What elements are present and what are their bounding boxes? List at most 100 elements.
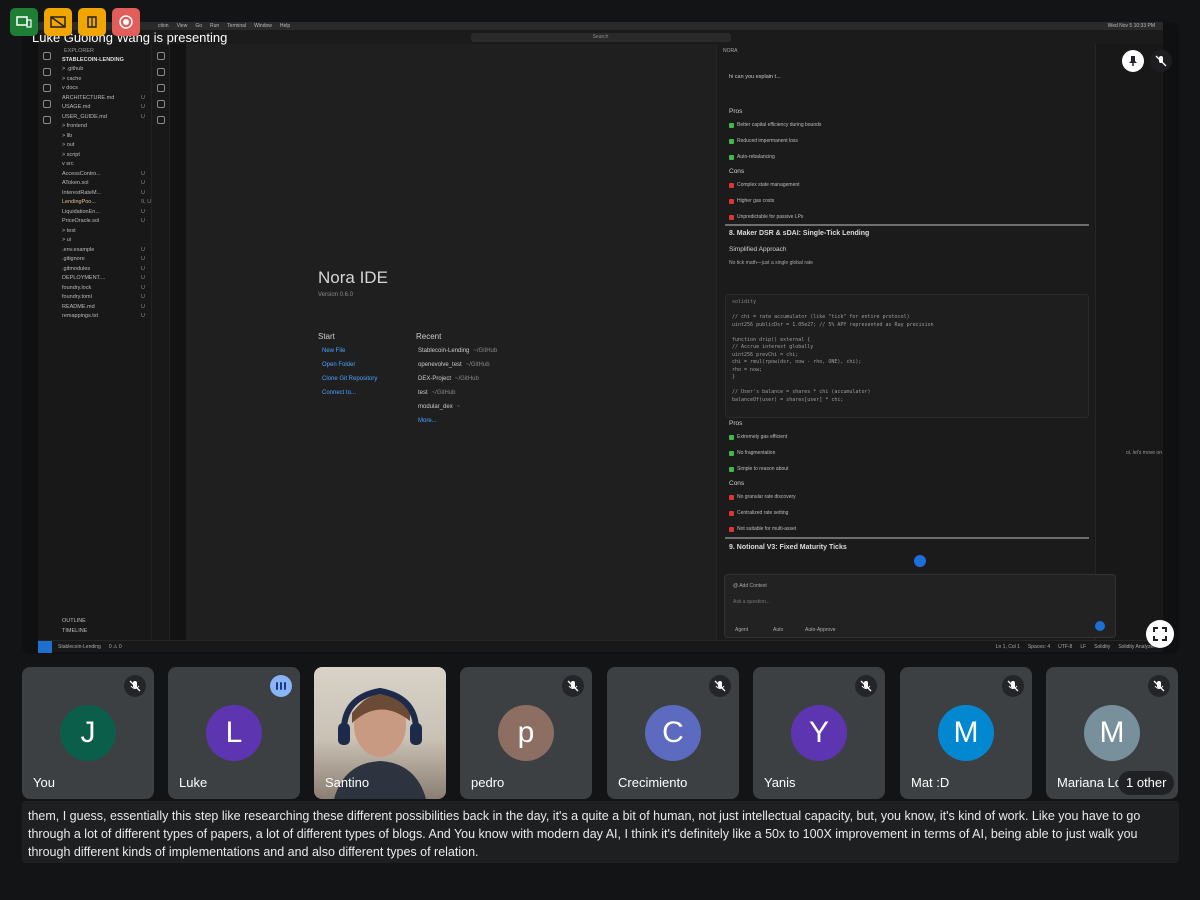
- building-icon[interactable]: [78, 8, 106, 36]
- welcome-title: Nora IDE: [318, 268, 388, 287]
- activity-bar: [38, 44, 56, 640]
- participant-tile[interactable]: C Crecimiento: [607, 667, 739, 799]
- secondary-activity-bar: [152, 44, 170, 640]
- tree-item: .gitignore U: [62, 256, 145, 262]
- tree-item: README.md U: [62, 303, 145, 310]
- participant-tile[interactable]: M Mat :D: [900, 667, 1032, 799]
- avatar: J: [60, 705, 116, 761]
- subheading: Simplified Approach: [729, 246, 787, 253]
- explorer-header: EXPLORER: [64, 48, 94, 54]
- more-link: More...: [418, 418, 437, 424]
- indentation: Spaces: 4: [1027, 643, 1051, 650]
- tree-item: > test: [62, 227, 76, 234]
- record-icon[interactable]: [112, 8, 140, 36]
- outline-section: OUTLINE: [62, 618, 86, 624]
- code-line: }: [732, 374, 736, 380]
- run-debug-icon: [43, 100, 51, 108]
- code-language: solidity: [732, 299, 757, 305]
- participant-tile[interactable]: J You: [22, 667, 154, 799]
- tree-item: USER_GUIDE.md U: [62, 113, 145, 120]
- tree-item: USAGE.md U: [62, 104, 145, 110]
- menu-item: Window: [254, 23, 272, 29]
- tree-item: DEPLOYMENT.... U: [62, 275, 145, 281]
- pin-icon[interactable]: [1122, 50, 1144, 72]
- status-bar: Stablecoin-Lending 0 ⚠ 0 Ln 1, Col 1 Spa…: [38, 640, 1163, 653]
- presentation-stage: ction View Go Run Terminal Window Help W…: [22, 22, 1179, 654]
- file-tree: > .github > cache v docs ARCHITECTURE.md U …: [56, 65, 151, 322]
- encoding: UTF-8: [1058, 643, 1073, 650]
- code-line: chi = rmul(rpow(dsr, now - rho, ONE), ch…: [732, 359, 862, 365]
- avatar: Y: [791, 705, 847, 761]
- layout-icon[interactable]: [44, 8, 72, 36]
- participant-name: Santino: [325, 775, 370, 790]
- subheading-text: No tick math—just a single global rate: [729, 260, 813, 266]
- files-icon: [43, 52, 51, 60]
- collapsed-panel: [170, 44, 186, 640]
- chat-column: NORA hi can you explain t... Pros Better…: [716, 44, 1096, 640]
- side-note: ol, let's move on: [1126, 450, 1162, 456]
- user-question: hi can you explain t...: [729, 74, 781, 80]
- devices-icon[interactable]: [10, 8, 38, 36]
- tree-item: > ui: [62, 237, 72, 243]
- menu-item: View: [176, 23, 188, 29]
- participant-tile[interactable]: L Luke: [168, 667, 300, 799]
- tree-item: InterestRateM... U: [62, 189, 145, 196]
- code-block: solidity // chi = rate accumulator (like…: [725, 294, 1089, 418]
- command-search: Search: [470, 32, 731, 42]
- menu-item: ction: [158, 23, 169, 29]
- code-line: // chi = rate accumulator (like "tick" f…: [732, 314, 910, 320]
- mode-auto: Auto: [773, 627, 784, 633]
- code-line: uint256 prevChi = chi;: [732, 351, 799, 358]
- welcome-version: Version 0.6.0: [318, 292, 354, 298]
- participant-tile[interactable]: p pedro: [460, 667, 592, 799]
- new-file-link: New File: [322, 348, 346, 354]
- pro-item: Extremely gas efficient: [729, 434, 787, 440]
- nora-chat-panel: NORA hi can you explain t... Pros Better…: [716, 44, 1163, 640]
- section-heading: 9. Notional V3: Fixed Maturity Ticks: [729, 544, 847, 551]
- code-line: balanceOf(user) = shares[user] * chi;: [732, 396, 844, 403]
- con-item: No granular rate discovery: [729, 494, 796, 500]
- branch-name: Stablecoin-Lending: [58, 643, 101, 650]
- code-line: uint256 publicDsr = 1.05e27; // 5% APY r…: [732, 321, 934, 328]
- participant-name: Mat :D: [911, 775, 950, 790]
- timeline-section: TIMELINE: [62, 627, 88, 634]
- tree-item: > script: [62, 151, 80, 158]
- send-icon: [1095, 621, 1105, 631]
- con-item: Centralized rate setting: [729, 510, 788, 516]
- tree-item: > cache: [62, 75, 82, 82]
- tree-item: AccessContro... U: [62, 170, 145, 177]
- other-participants-badge[interactable]: 1 other: [1118, 771, 1175, 795]
- tree-item: > out: [62, 142, 75, 148]
- tree-item: > lib: [62, 132, 73, 139]
- recent-heading: Recent: [416, 332, 442, 341]
- recent-item: test ~/GitHub: [418, 390, 456, 396]
- recent-item: openevolve_test ~/GitHub: [418, 362, 490, 368]
- tree-item: .env.example U: [62, 246, 145, 253]
- start-heading: Start: [318, 332, 335, 341]
- speaking-indicator-icon: [270, 675, 292, 697]
- fullscreen-button[interactable]: [1146, 620, 1174, 648]
- participant-tile[interactable]: Y Yanis: [753, 667, 885, 799]
- cons-label: Cons: [729, 480, 745, 487]
- analyzer-status: Solidity Analyzer: [1118, 643, 1155, 650]
- tree-item: foundry.lock U: [62, 284, 145, 291]
- source-control-icon: [43, 84, 51, 92]
- mode-auto-approve: Auto-Approve: [805, 627, 836, 633]
- participant-tile[interactable]: Santino: [314, 667, 446, 799]
- avatar: M: [1084, 705, 1140, 761]
- con-item: Complex state management: [729, 182, 800, 188]
- tree-item: foundry.toml U: [62, 294, 145, 300]
- recent-item: DEX-Project ~/GitHub: [418, 376, 479, 382]
- screen-share: ction View Go Run Terminal Window Help W…: [38, 22, 1163, 653]
- menu-item: Go: [195, 23, 202, 29]
- participant-name: Crecimiento: [618, 775, 688, 790]
- con-item: Not suitable for multi-asset: [729, 526, 796, 532]
- menu-item: Run: [209, 23, 220, 29]
- mode-agent: Agent: [735, 627, 749, 633]
- con-item: Unpredictable for passive LPs: [729, 214, 803, 220]
- code-line: // Accrue interest globally: [732, 344, 814, 350]
- search-icon: [43, 68, 51, 76]
- mic-off-icon: [1150, 50, 1172, 72]
- ask-input: Ask a question...: [733, 599, 770, 605]
